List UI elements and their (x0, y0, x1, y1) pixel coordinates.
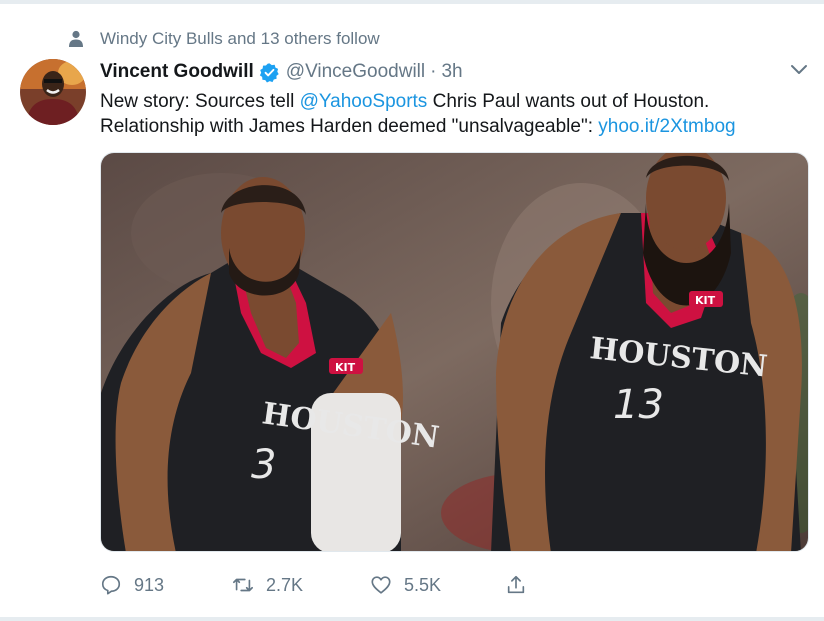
person-icon (69, 30, 83, 47)
like-count: 5.5K (404, 574, 442, 595)
tweet-text-line-2: Relationship with James Harden deemed "u… (100, 114, 816, 139)
tweet-text-segment: Chris Paul wants out of Houston. (427, 91, 710, 112)
article-link[interactable]: yhoo.it/2Xtmbog (598, 116, 735, 137)
like-button[interactable]: 5.5K (370, 570, 441, 600)
bottom-divider (0, 617, 824, 621)
left-jersey-patch: KIT (335, 361, 356, 374)
retweet-count: 2.7K (266, 574, 304, 595)
chevron-down-icon[interactable] (788, 62, 810, 78)
heart-icon (371, 576, 391, 594)
tweet-text-segment: New story: Sources tell (100, 91, 300, 112)
tweet-timestamp[interactable]: 3h (441, 61, 462, 83)
social-context-text: Windy City Bulls and 13 others follow (100, 29, 380, 48)
basketball-players-photo: HOUSTON 3 KIT HOUSTON 13 KIT (101, 153, 808, 551)
reply-icon (101, 575, 121, 595)
tweet-text-segment: Relationship with James Harden deemed "u… (100, 116, 599, 137)
share-button[interactable] (505, 570, 527, 600)
reply-button[interactable]: 913 (100, 570, 164, 600)
author-display-name[interactable]: Vincent Goodwill (100, 61, 254, 83)
tweet-text-line-1: New story: Sources tell @YahooSports Chr… (100, 89, 816, 114)
share-icon (507, 575, 525, 594)
verified-badge-icon (259, 62, 279, 82)
retweet-button[interactable]: 2.7K (232, 570, 303, 600)
social-context[interactable]: Windy City Bulls and 13 others follow (68, 28, 380, 50)
tweet-text: New story: Sources tell @YahooSports Chr… (100, 89, 816, 139)
avatar[interactable] (20, 59, 86, 125)
header-separator: · (430, 61, 437, 82)
mention-link[interactable]: @YahooSports (300, 91, 428, 112)
reply-count: 913 (134, 574, 165, 595)
top-divider (0, 0, 824, 4)
tweet-header: Vincent Goodwill @VinceGoodwill · 3h (100, 58, 463, 86)
right-jersey-patch: KIT (695, 294, 716, 307)
left-jersey-number: 3 (251, 442, 276, 488)
right-jersey-number: 13 (613, 382, 664, 428)
author-handle[interactable]: @VinceGoodwill (286, 61, 425, 83)
retweet-icon (233, 578, 253, 592)
avatar-image (20, 59, 86, 125)
tweet-media-image[interactable]: HOUSTON 3 KIT HOUSTON 13 KIT (100, 152, 809, 552)
